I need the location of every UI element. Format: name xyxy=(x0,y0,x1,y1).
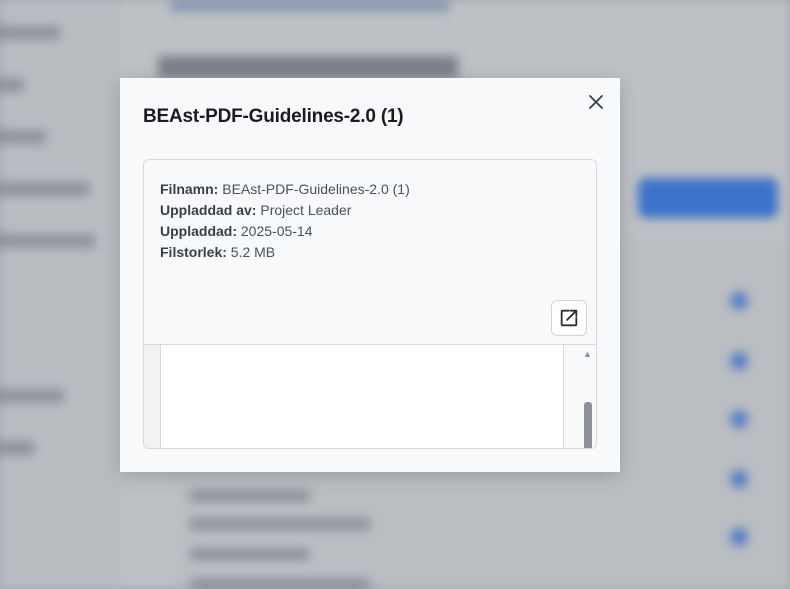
pdf-page xyxy=(160,345,564,448)
open-in-new-tab-button[interactable] xyxy=(551,300,587,336)
file-details-card: Filnamn: BEAst-PDF-Guidelines-2.0 (1) Up… xyxy=(143,159,597,449)
uploaded-by-row: Uppladdad av: Project Leader xyxy=(160,200,410,221)
uploaded-date-value: 2025-05-14 xyxy=(240,223,313,239)
uploaded-by-label: Uppladdad av: xyxy=(160,202,257,218)
filename-value: BEAst-PDF-Guidelines-2.0 (1) xyxy=(222,181,410,197)
open-in-new-icon xyxy=(560,309,578,327)
close-icon xyxy=(589,95,603,109)
close-button[interactable] xyxy=(586,92,606,112)
viewer-scroll-thumb[interactable] xyxy=(584,402,592,448)
triangle-up-icon[interactable]: ▲ xyxy=(583,349,592,359)
modal-title: BEAst-PDF-Guidelines-2.0 (1) xyxy=(143,106,404,127)
uploaded-by-value: Project Leader xyxy=(260,202,352,218)
file-metadata: Filnamn: BEAst-PDF-Guidelines-2.0 (1) Up… xyxy=(160,179,410,263)
filename-row: Filnamn: BEAst-PDF-Guidelines-2.0 (1) xyxy=(160,179,410,200)
uploaded-date-label: Uppladdad: xyxy=(160,223,237,239)
viewer-scrollbar[interactable] xyxy=(564,345,596,448)
pdf-viewer[interactable]: ▲ xyxy=(144,344,596,448)
filesize-label: Filstorlek: xyxy=(160,244,227,260)
filename-label: Filnamn: xyxy=(160,181,219,197)
filesize-value: 5.2 MB xyxy=(230,244,276,260)
file-preview-modal: BEAst-PDF-Guidelines-2.0 (1) Filnamn: BE… xyxy=(120,78,620,472)
filesize-row: Filstorlek: 5.2 MB xyxy=(160,242,410,263)
uploaded-date-row: Uppladdad: 2025-05-14 xyxy=(160,221,410,242)
